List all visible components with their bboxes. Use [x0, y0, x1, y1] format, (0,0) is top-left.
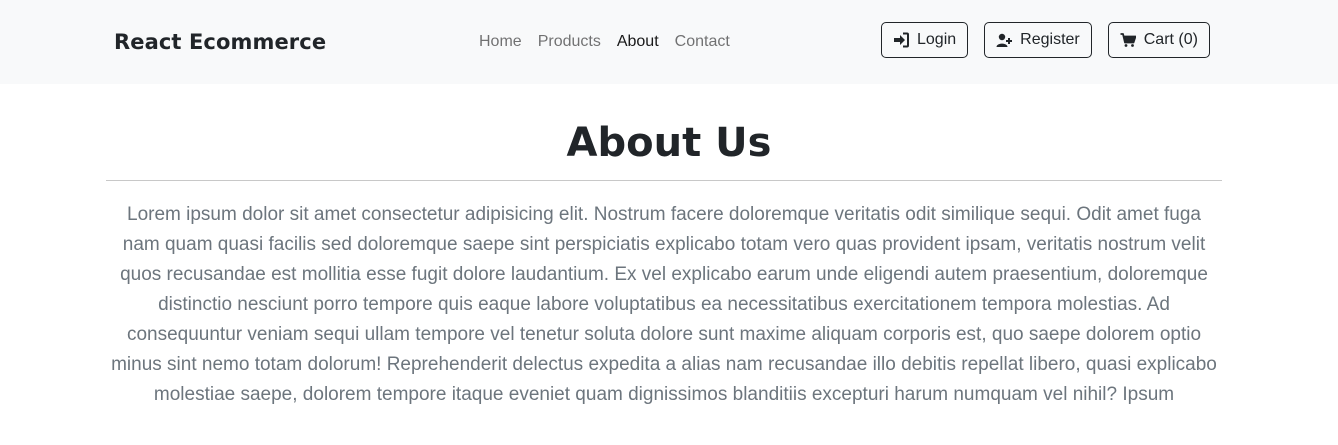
cart-label: Cart (0): [1143, 31, 1198, 48]
user-plus-icon: [996, 33, 1013, 47]
sign-in-icon: [894, 32, 909, 48]
nav-products[interactable]: Products: [538, 33, 601, 51]
cart-button[interactable]: Cart (0): [1107, 22, 1210, 58]
about-text: Lorem ipsum dolor sit amet consectetur a…: [111, 204, 1217, 405]
shopping-cart-icon: [1120, 33, 1136, 47]
nav-about[interactable]: About: [617, 33, 659, 51]
nav-contact[interactable]: Contact: [675, 33, 730, 51]
navbar: React Ecommerce Home Products About Cont…: [0, 0, 1338, 84]
header-actions: Login Register Cart (0): [881, 22, 1210, 58]
login-button[interactable]: Login: [881, 22, 969, 58]
brand-logo[interactable]: React Ecommerce: [114, 30, 326, 54]
nav-home[interactable]: Home: [479, 33, 522, 51]
register-label: Register: [1020, 31, 1080, 48]
page-title: About Us: [566, 120, 772, 166]
main-nav: Home Products About Contact: [479, 33, 730, 51]
title-divider: [106, 180, 1222, 181]
login-label: Login: [917, 31, 957, 48]
register-button[interactable]: Register: [984, 22, 1092, 58]
